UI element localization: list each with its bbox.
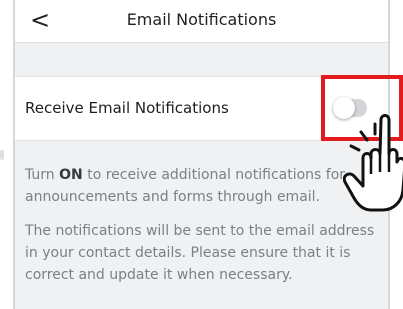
edge-mark xyxy=(0,150,4,160)
help-text-1-prefix: Turn xyxy=(25,167,60,183)
help-text-1: Turn ON to receive additional notificati… xyxy=(25,164,388,208)
page-title: Email Notifications xyxy=(126,10,277,29)
pointing-hand-icon xyxy=(343,114,403,212)
help-text-2: The notifications will be sent to the em… xyxy=(25,223,375,283)
phone-screen: < Email Notifications Receive Email Noti… xyxy=(13,0,390,309)
nav-header: < Email Notifications xyxy=(15,0,388,43)
help-text-1-bold: ON xyxy=(59,167,83,183)
receive-email-label: Receive Email Notifications xyxy=(25,99,229,117)
